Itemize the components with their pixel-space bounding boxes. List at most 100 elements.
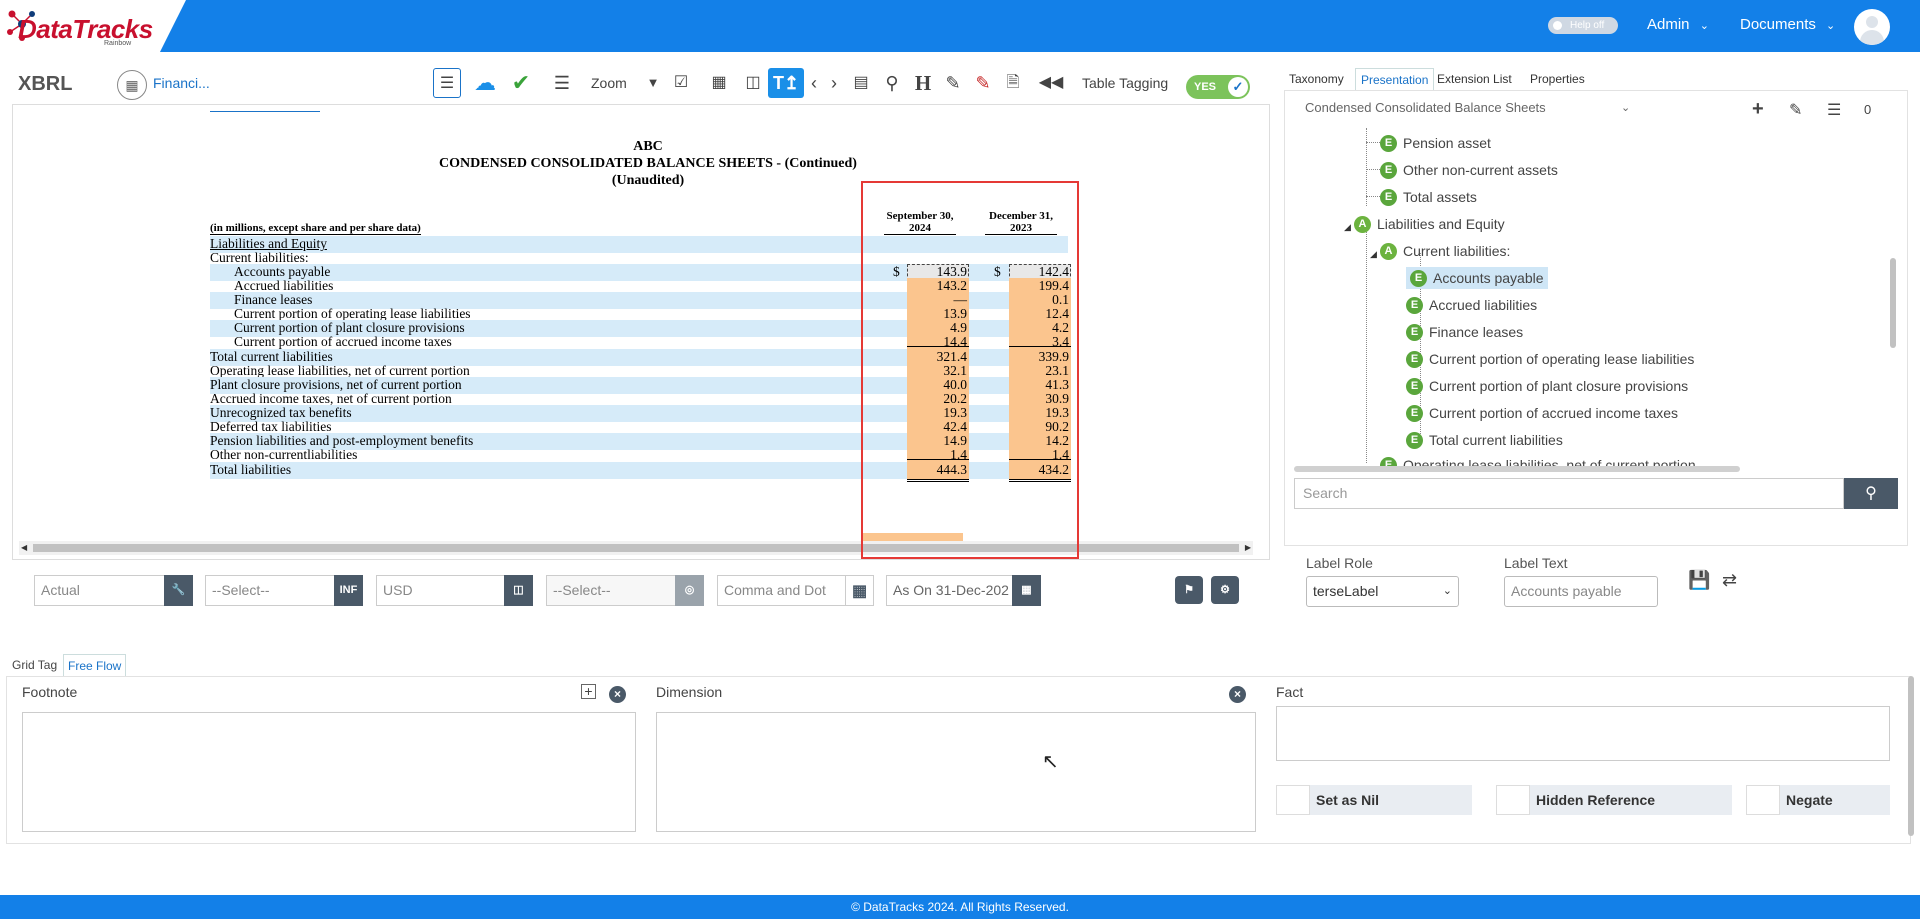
calendar-icon[interactable]: ▦ bbox=[1012, 575, 1041, 606]
heading-icon[interactable]: H bbox=[910, 68, 936, 98]
checkbox-box[interactable] bbox=[1746, 785, 1780, 815]
columns-icon[interactable]: ◫ bbox=[740, 68, 766, 98]
tree-node-label: Current portion of plant closure provisi… bbox=[1429, 378, 1689, 394]
tab-extension-list[interactable]: Extension List bbox=[1432, 68, 1517, 90]
select-field-1[interactable]: --Select-- bbox=[205, 575, 335, 606]
date-field[interactable]: As On 31-Dec-202 bbox=[886, 575, 1013, 606]
document-selector[interactable]: Financi... bbox=[153, 75, 210, 91]
highlighter-clear-icon[interactable]: ✎ bbox=[970, 68, 996, 98]
tree-node[interactable]: E Current portion of operating lease liab… bbox=[1406, 348, 1694, 370]
tree-node[interactable]: E Pension asset bbox=[1380, 132, 1491, 154]
edit-icon[interactable]: ✎ bbox=[1789, 100, 1802, 120]
tree-node[interactable]: E Accounts payable bbox=[1406, 267, 1548, 289]
table-tagging-toggle[interactable]: YES ✓ bbox=[1186, 75, 1250, 99]
node-count: 0 bbox=[1864, 102, 1872, 117]
tree-node[interactable]: E Current portion of accrued income taxes bbox=[1406, 402, 1678, 424]
help-toggle[interactable]: Help off bbox=[1548, 17, 1618, 34]
building-icon[interactable]: ▦ bbox=[117, 70, 147, 100]
fact-textarea[interactable] bbox=[1276, 706, 1890, 761]
period-type-field[interactable]: Actual bbox=[34, 575, 165, 606]
footnote-textarea[interactable] bbox=[22, 712, 636, 832]
tree-vertical-scrollbar[interactable] bbox=[1890, 258, 1896, 348]
search-icon[interactable]: ⚲ bbox=[1844, 478, 1898, 509]
hidden-reference-checkbox[interactable]: Hidden Reference bbox=[1496, 785, 1732, 815]
inf-button[interactable]: INF bbox=[334, 575, 363, 606]
checkbox-icon[interactable]: ☑ bbox=[668, 68, 694, 98]
map-pin-icon[interactable]: ⚲ bbox=[879, 68, 905, 98]
label-text-input[interactable]: Accounts payable bbox=[1504, 576, 1658, 607]
toc-icon[interactable]: ☰ bbox=[433, 68, 461, 98]
tree-node[interactable]: A Liabilities and Equity bbox=[1354, 213, 1505, 235]
negate-label: Negate bbox=[1786, 792, 1833, 808]
select-field-2[interactable]: --Select-- bbox=[546, 575, 676, 606]
presentation-select[interactable]: Condensed Consolidated Balance Sheets ⌄ bbox=[1305, 97, 1635, 119]
tree-node-label: Total assets bbox=[1403, 189, 1477, 205]
text-tag-icon[interactable]: T↥ bbox=[768, 68, 804, 98]
add-footnote-icon[interactable]: + bbox=[581, 684, 596, 699]
tree-node[interactable]: E Total current liabilities bbox=[1406, 429, 1563, 451]
wrench-icon[interactable]: 🔧 bbox=[164, 575, 193, 606]
number-format-field[interactable]: Comma and Dot bbox=[717, 575, 847, 606]
save-icon[interactable]: 💾 bbox=[1688, 570, 1710, 591]
documents-menu-label: Documents bbox=[1740, 16, 1816, 33]
tree-horizontal-scrollbar[interactable] bbox=[1294, 466, 1740, 472]
card-icon[interactable]: ▤ bbox=[848, 68, 874, 98]
swap-icon[interactable]: ⇄ bbox=[1722, 570, 1737, 591]
chevron-down-icon: ⌄ bbox=[1699, 20, 1709, 32]
currency-field[interactable]: USD bbox=[376, 575, 505, 606]
abstract-badge-icon: A bbox=[1380, 242, 1397, 260]
hidden-reference-label: Hidden Reference bbox=[1536, 792, 1656, 808]
document-viewer[interactable]: ABC CONDENSED CONSOLIDATED BALANCE SHEET… bbox=[12, 104, 1270, 560]
cloud-upload-icon[interactable]: ☁ bbox=[472, 68, 498, 98]
close-icon[interactable]: × bbox=[609, 686, 626, 703]
chevron-right-icon[interactable]: › bbox=[821, 68, 847, 98]
tree-search-input[interactable]: Search bbox=[1294, 478, 1844, 509]
scroll-right-icon[interactable]: ▶ bbox=[1245, 543, 1251, 552]
dimension-textarea[interactable] bbox=[656, 712, 1256, 832]
bottom-vertical-scrollbar[interactable] bbox=[1908, 676, 1914, 836]
close-icon[interactable]: × bbox=[1229, 686, 1246, 703]
collapse-icon[interactable]: ◢ bbox=[1370, 249, 1377, 260]
table-icon[interactable]: ▦ bbox=[706, 68, 732, 98]
presentation-tree[interactable]: E Pension asset E Other non-current assets E… bbox=[1294, 128, 1892, 468]
tree-node[interactable]: A Current liabilities: bbox=[1380, 240, 1510, 262]
verified-icon[interactable]: ✔ bbox=[508, 68, 534, 98]
menu-icon[interactable]: ☰ bbox=[1827, 100, 1841, 120]
tree-node[interactable]: E Total assets bbox=[1380, 186, 1477, 208]
xbrl-label: XBRL bbox=[18, 73, 73, 95]
label-role-select[interactable]: terseLabel ⌄ bbox=[1306, 576, 1459, 607]
scroll-left-icon[interactable]: ◀ bbox=[21, 543, 27, 552]
tree-node[interactable]: E Finance leases bbox=[1406, 321, 1523, 343]
avatar[interactable] bbox=[1854, 9, 1890, 45]
tab-free-flow[interactable]: Free Flow bbox=[63, 654, 127, 676]
list-icon[interactable]: ☰ bbox=[549, 68, 575, 98]
set-as-nil-checkbox[interactable]: Set as Nil bbox=[1276, 785, 1472, 815]
admin-menu[interactable]: Admin ⌄ bbox=[1647, 16, 1709, 33]
logo[interactable]: DataTracks Rainbow bbox=[0, 0, 186, 52]
tab-grid-tag[interactable]: Grid Tag bbox=[8, 654, 61, 676]
tree-node[interactable]: E Current portion of plant closure provis… bbox=[1406, 375, 1688, 397]
tab-presentation[interactable]: Presentation bbox=[1355, 68, 1435, 90]
documents-menu[interactable]: Documents ⌄ bbox=[1740, 16, 1835, 33]
calculator-icon[interactable]: ▦ bbox=[845, 575, 874, 606]
tree-node[interactable]: E Other non-current assets bbox=[1380, 159, 1558, 181]
tab-properties[interactable]: Properties bbox=[1525, 68, 1590, 90]
highlighter-icon[interactable]: ✎ bbox=[940, 68, 966, 98]
tab-taxonomy[interactable]: Taxonomy bbox=[1284, 68, 1349, 90]
tree-connector bbox=[1366, 169, 1380, 170]
add-icon[interactable]: + bbox=[1752, 98, 1764, 121]
collapse-icon[interactable]: ◢ bbox=[1344, 222, 1351, 233]
tree-node[interactable]: E Accrued liabilities bbox=[1406, 294, 1537, 316]
target-icon[interactable]: ◎ bbox=[675, 575, 704, 606]
chevron-down-icon: ⌄ bbox=[1621, 102, 1631, 114]
row-label: Other non-currentliabilities bbox=[210, 447, 358, 462]
checkbox-box[interactable] bbox=[1496, 785, 1530, 815]
rewind-icon[interactable]: ◀◀ bbox=[1038, 68, 1064, 98]
negate-checkbox[interactable]: Negate bbox=[1746, 785, 1890, 815]
document-icon[interactable]: 🗎 bbox=[1000, 68, 1026, 98]
zoom-dropdown-icon[interactable]: ▼ bbox=[640, 68, 666, 98]
tags-icon[interactable]: ⚑ bbox=[1175, 576, 1203, 604]
settings-icon[interactable]: ⚙ bbox=[1211, 576, 1239, 604]
money-icon[interactable]: ◫ bbox=[504, 575, 533, 606]
checkbox-box[interactable] bbox=[1276, 785, 1310, 815]
